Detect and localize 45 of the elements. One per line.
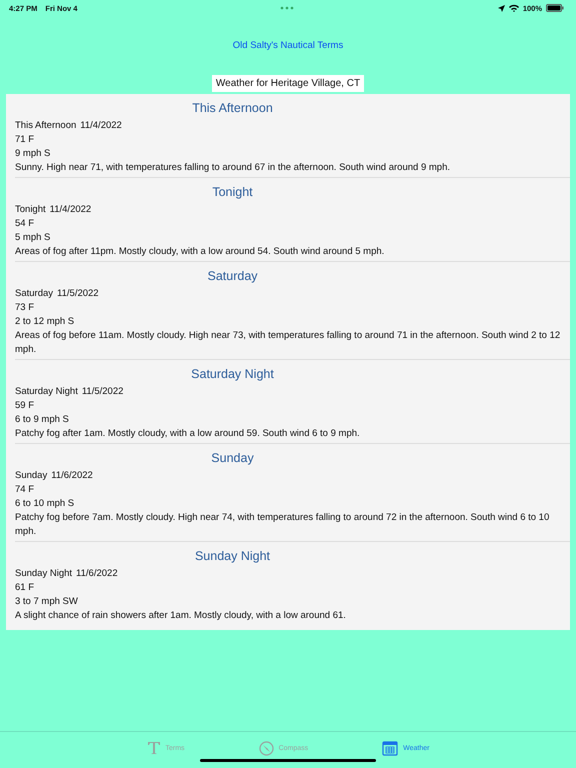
forecast-date: 11/5/2022: [57, 287, 99, 301]
forecast-detail: Sunny. High near 71, with temperatures falling to around 67 in the afternoon. South wind around 9 mph.: [15, 161, 450, 175]
forecast-heading: Sunday Night: [194, 549, 270, 563]
temperature: 74 F: [15, 483, 34, 497]
battery-icon: [546, 4, 564, 12]
wind: 9 mph S: [15, 147, 50, 161]
forecast-date: 11/6/2022: [51, 469, 93, 483]
forecast-name: Saturday Night: [15, 385, 78, 399]
forecast-date: 11/6/2022: [76, 567, 118, 581]
wind: 5 mph S: [15, 231, 50, 245]
calendar-icon: [382, 740, 398, 756]
forecast-name: Sunday: [15, 469, 48, 483]
letter-t-icon: [146, 741, 160, 755]
temperature: 73 F: [15, 301, 34, 315]
forecast-name: This Afternoon: [15, 119, 76, 133]
forecast-name: Sunday Night: [15, 567, 72, 581]
wind: 3 to 7 mph SW: [15, 595, 78, 609]
forecast-date: 11/5/2022: [82, 385, 124, 399]
location-label: Weather for Heritage Village, CT: [212, 75, 364, 92]
forecast-heading: Sunday: [211, 451, 254, 465]
forecast-date: 11/4/2022: [50, 203, 92, 217]
forecast-detail: A slight chance of rain showers after 1am. Mostly cloudy, with a low around 61.: [15, 609, 346, 623]
forecast-heading: Saturday Night: [191, 367, 274, 381]
wifi-icon: [508, 4, 519, 12]
location-arrow-icon: [498, 4, 505, 12]
wind: 6 to 10 mph S: [15, 497, 74, 511]
forecast-heading: Tonight: [212, 185, 253, 199]
forecast-detail: Patchy fog after 1am. Mostly cloudy, with a low around 59. South wind 6 to 9 mph.: [15, 427, 360, 441]
wind: 2 to 12 mph S: [15, 315, 74, 329]
compass-icon: [258, 740, 274, 756]
forecast-detail: Patchy fog before 7am. Mostly cloudy. High near 74, with temperatures falling to around 72 in the afternoon. South wind 6 to 10 mph.: [15, 511, 550, 539]
forecast-detail: Areas of fog before 11am. Mostly cloudy. High near 73, with temperatures falling to around 71 in the afternoon. South wind 2 to 12 mph.: [15, 329, 562, 357]
temperature: 54 F: [15, 217, 34, 231]
forecast-heading: This Afternoon: [192, 101, 273, 115]
forecast-name: Tonight: [15, 203, 46, 217]
forecast-name: Saturday: [15, 287, 54, 301]
wind: 6 to 9 mph S: [15, 413, 69, 427]
temperature: 61 F: [15, 581, 34, 595]
forecast-heading: Saturday: [207, 269, 258, 283]
app-title: Old Salty's Nautical Terms: [232, 40, 344, 51]
temperature: 71 F: [15, 133, 34, 147]
forecast-detail: Areas of fog after 11pm. Mostly cloudy, with a low around 54. South wind around 5 mph.: [15, 245, 384, 259]
forecast-date: 11/4/2022: [80, 119, 122, 133]
more-dots-icon: [280, 6, 294, 10]
temperature: 59 F: [15, 399, 34, 413]
